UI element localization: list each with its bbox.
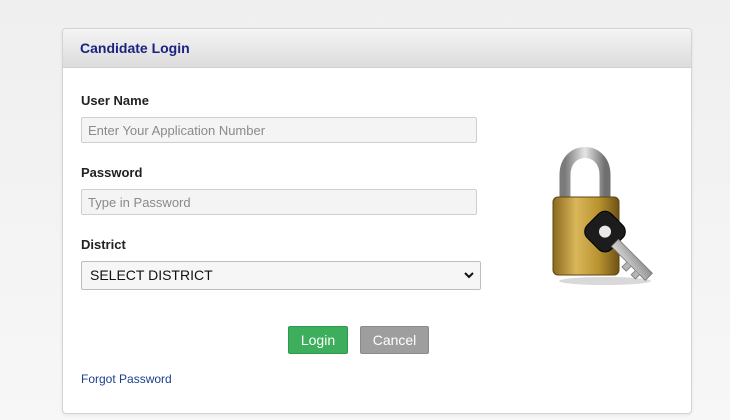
district-select[interactable]: SELECT DISTRICT — [81, 261, 481, 290]
password-input[interactable] — [81, 189, 477, 215]
login-button[interactable]: Login — [288, 326, 348, 354]
password-label: Password — [81, 165, 143, 180]
username-input[interactable] — [81, 117, 477, 143]
cancel-button[interactable]: Cancel — [360, 326, 429, 354]
login-panel: Candidate Login User Name Password Distr… — [62, 28, 692, 414]
district-selected-value: SELECT DISTRICT — [90, 267, 213, 283]
padlock-with-key-icon — [543, 137, 673, 287]
forgot-password-link[interactable]: Forgot Password — [81, 372, 172, 386]
district-label: District — [81, 237, 126, 252]
panel-title: Candidate Login — [63, 29, 691, 68]
username-label: User Name — [81, 93, 149, 108]
chevron-down-icon — [464, 262, 474, 299]
